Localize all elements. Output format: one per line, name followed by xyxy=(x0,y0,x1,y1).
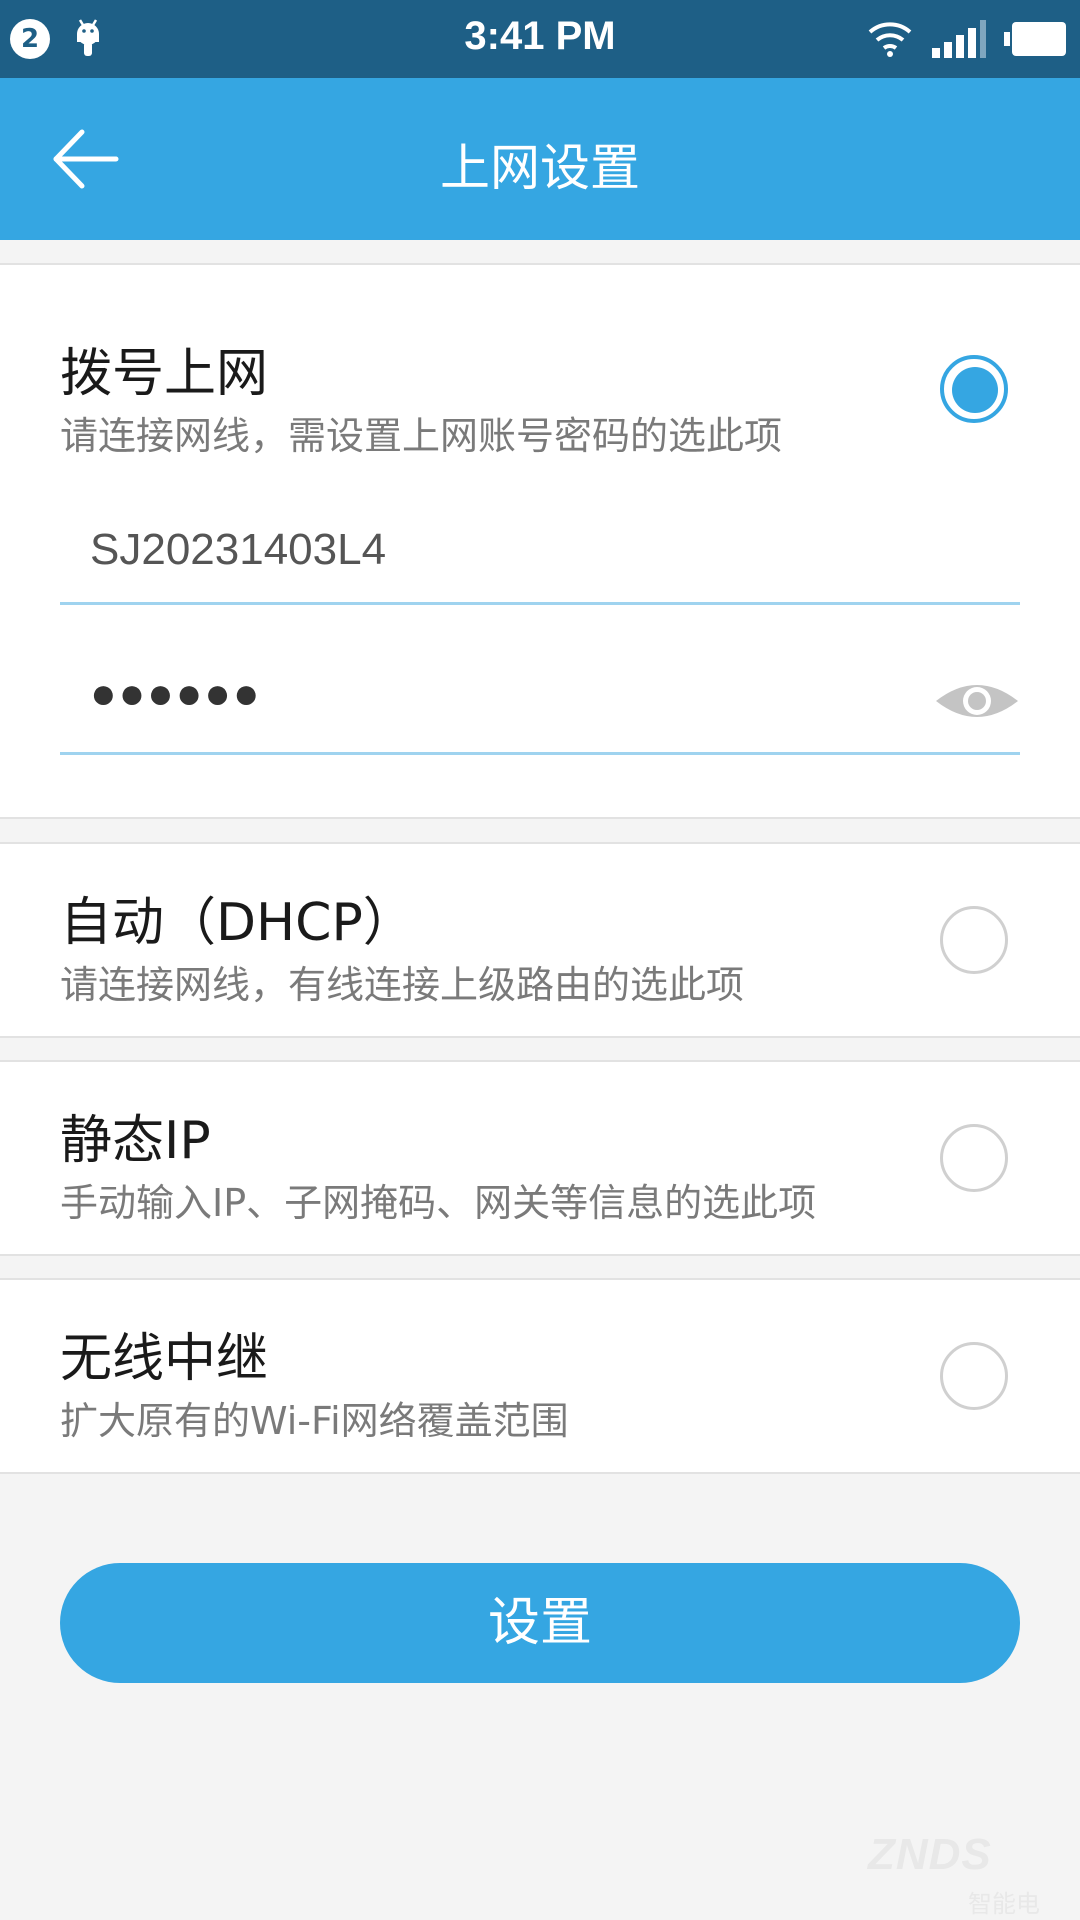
option-static-ip-card[interactable]: 静态IP 手动输入IP、子网掩码、网关等信息的选此项 xyxy=(0,1060,1080,1256)
watermark-text: ZNDS xyxy=(868,1830,992,1879)
option-title: 无线中继 xyxy=(60,1329,269,1389)
option-title: 自动（DHCP） xyxy=(60,893,415,953)
option-description: 请连接网线，有线连接上级路由的选此项 xyxy=(60,963,745,1007)
status-time: 3:41 PM xyxy=(464,14,616,58)
signal-icon xyxy=(932,20,986,58)
app-bar: 上网设置 xyxy=(0,78,1080,240)
option-title: 拨号上网 xyxy=(60,344,269,404)
password-value: ●●●●●● xyxy=(90,669,262,718)
radio-wireless-repeater[interactable] xyxy=(940,1342,1008,1410)
status-bar: 2 3:41 PM xyxy=(0,0,1080,78)
option-title: 静态IP xyxy=(60,1111,211,1171)
option-dhcp-card[interactable]: 自动（DHCP） 请连接网线，有线连接上级路由的选此项 xyxy=(0,842,1080,1038)
option-description: 请连接网线，需设置上网账号密码的选此项 xyxy=(60,414,783,458)
option-description: 扩大原有的Wi-Fi网络覆盖范围 xyxy=(60,1399,569,1443)
radio-static-ip[interactable] xyxy=(940,1124,1008,1192)
radio-pppoe[interactable] xyxy=(940,355,1008,423)
account-field[interactable]: SJ20231403L4 xyxy=(60,505,1020,605)
watermark-logo: ZNDS 智能电视网 xyxy=(868,1820,1058,1918)
option-wireless-repeater-card[interactable]: 无线中继 扩大原有的Wi-Fi网络覆盖范围 xyxy=(0,1278,1080,1474)
option-description: 手动输入IP、子网掩码、网关等信息的选此项 xyxy=(60,1181,817,1225)
account-value: SJ20231403L4 xyxy=(90,525,387,574)
set-button[interactable]: 设置 xyxy=(60,1563,1020,1683)
option-pppoe-card[interactable]: 拨号上网 请连接网线，需设置上网账号密码的选此项 SJ20231403L4 ●●… xyxy=(0,263,1080,819)
battery-icon xyxy=(1004,22,1066,56)
radio-dhcp[interactable] xyxy=(940,906,1008,974)
password-field[interactable]: ●●●●●● xyxy=(60,655,1020,755)
page-title: 上网设置 xyxy=(440,139,640,197)
watermark-cn-text: 智能电视网 xyxy=(968,1891,1040,1918)
eye-icon[interactable] xyxy=(934,675,1020,727)
wifi-icon xyxy=(868,22,912,57)
